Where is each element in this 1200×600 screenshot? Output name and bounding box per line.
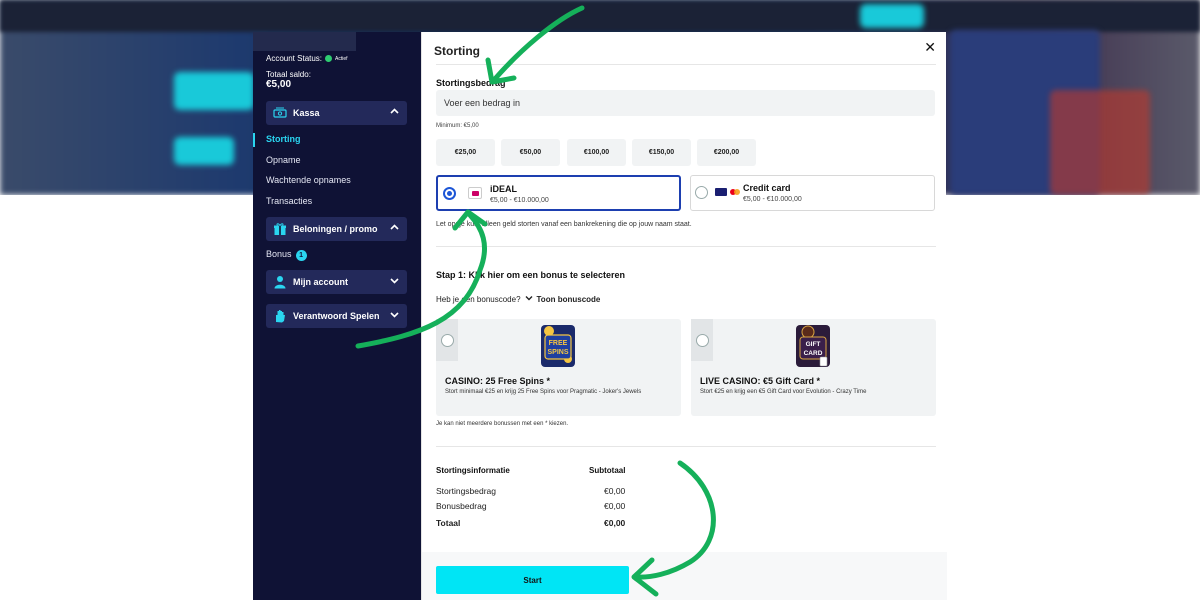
background-banner [174, 72, 254, 110]
info-row-value: €0,00 [604, 501, 626, 511]
chevron-up-icon [390, 223, 399, 234]
gift-card-image-text-1: GIFT [806, 341, 821, 348]
radio-selected[interactable] [443, 187, 456, 200]
bonus-title-text: LIVE CASINO: €5 Gift Card [700, 376, 815, 386]
amount-input[interactable] [436, 90, 935, 116]
gift-icon [272, 222, 288, 236]
payment-range: €5,00 - €10.000,00 [490, 197, 549, 204]
start-deposit-button[interactable]: Start [436, 566, 629, 594]
info-row-total-label: Totaal [436, 518, 461, 528]
background-button [174, 137, 234, 165]
bonus-title: LIVE CASINO: €5 Gift Card * [700, 376, 820, 386]
show-bonus-code-link[interactable]: Toon bonuscode [537, 295, 601, 304]
info-row-label: Bonusbedrag [436, 501, 487, 511]
sidebar-item-bonus[interactable]: Bonus 1 [266, 249, 307, 261]
balance-label: Totaal saldo: [266, 70, 311, 79]
sidebar-section-label: Verantwoord Spelen [293, 311, 380, 321]
preset-amount-100[interactable]: €100,00 [567, 139, 626, 166]
account-sidebar: Account Status: Actief Totaal saldo: €5,… [253, 32, 421, 600]
chevron-down-icon [390, 310, 399, 321]
divider [436, 64, 936, 65]
sidebar-item-storting[interactable]: Storting [266, 134, 301, 144]
sidebar-section-beloningen[interactable]: Beloningen / promo [266, 217, 407, 241]
ideal-logo-icon [468, 187, 482, 199]
divider [436, 446, 936, 447]
bonus-card-free-spins[interactable]: FREE SPINS CASINO: 25 Free Spins * Stort… [436, 319, 681, 416]
free-spins-image-text-2: SPINS [547, 349, 568, 356]
sidebar-item-transacties[interactable]: Transacties [266, 196, 312, 206]
bonus-card-gift-card[interactable]: GIFT CARD LIVE CASINO: €5 Gift Card * St… [691, 319, 936, 416]
preset-amount-150[interactable]: €150,00 [632, 139, 691, 166]
bonus-asterisk: * [546, 376, 551, 386]
sidebar-item-wachtende-opnames[interactable]: Wachtende opnames [266, 175, 351, 185]
preset-amount-50[interactable]: €50,00 [501, 139, 560, 166]
free-spins-icon: FREE SPINS [541, 325, 575, 367]
bonus-description: Stort €25 en krijg een €5 Gift Card voor… [700, 389, 867, 395]
bonus-title: CASINO: 25 Free Spins * [445, 376, 550, 386]
card-logos [715, 188, 740, 196]
preset-amount-200[interactable]: €200,00 [697, 139, 756, 166]
balance-value: €5,00 [266, 79, 292, 90]
chevron-up-icon [390, 107, 399, 118]
info-row-total-value: €0,00 [604, 518, 626, 528]
bank-account-note: Let op: je kunt alleen geld storten vana… [436, 221, 692, 228]
bonus-count-badge: 1 [295, 250, 307, 261]
active-item-indicator [253, 133, 255, 147]
background-login [860, 4, 924, 28]
payment-name: Credit card [743, 183, 791, 193]
bonus-description: Stort minimaal €25 en krijg 25 Free Spin… [445, 389, 642, 395]
bonus-title-text: CASINO: 25 Free Spins [445, 376, 545, 386]
status-dot-icon [325, 55, 333, 62]
info-row-label: Stortingsbedrag [436, 486, 497, 496]
info-header-label: Stortingsinformatie [436, 466, 510, 475]
payment-name: iDEAL [490, 184, 517, 194]
deposit-modal: Storting ✕ Stortingsbedrag Minimum: €5,0… [421, 32, 947, 600]
divider [436, 246, 936, 247]
bonus-radio[interactable] [696, 334, 709, 347]
payment-option-ideal[interactable]: iDEAL €5,00 - €10.000,00 [436, 175, 681, 211]
sidebar-header-strip [253, 32, 356, 51]
chevron-down-icon [525, 294, 533, 304]
sidebar-section-mijn-account[interactable]: Mijn account [266, 270, 407, 294]
step1-title: Stap 1: Klik hier om een bonus te select… [436, 270, 626, 280]
gift-card-icon: GIFT CARD [796, 325, 830, 367]
free-spins-image-text-1: FREE [549, 340, 568, 347]
minimum-amount: Minimum: €5,00 [436, 123, 479, 129]
sidebar-section-verantwoord-spelen[interactable]: Verantwoord Spelen [266, 304, 407, 328]
gift-card-image-text-2: CARD [804, 350, 823, 357]
sidebar-section-kassa[interactable]: Kassa [266, 101, 407, 125]
cash-register-icon [272, 106, 288, 120]
visa-icon [715, 188, 727, 196]
radio-unselected[interactable] [695, 186, 708, 199]
info-row-value: €0,00 [604, 486, 626, 496]
info-header-subtotal: Subtotaal [589, 466, 626, 475]
mastercard-icon [730, 188, 740, 196]
preset-amount-25[interactable]: €25,00 [436, 139, 495, 166]
bonus-asterisk: * [816, 376, 821, 386]
modal-title: Storting [434, 44, 480, 58]
account-status-value: Actief [335, 55, 348, 62]
account-status-label: Account Status: [266, 54, 323, 63]
background-image-right-2 [1050, 90, 1150, 195]
user-icon [272, 275, 288, 289]
bonus-code-question: Heb je een bonuscode? [436, 294, 521, 304]
account-status: Account Status: Actief [266, 54, 348, 63]
sidebar-item-opname[interactable]: Opname [266, 155, 301, 165]
bonus-radio[interactable] [441, 334, 454, 347]
sidebar-section-label: Beloningen / promo [293, 224, 378, 234]
hand-icon [272, 309, 288, 323]
sidebar-item-bonus-label: Bonus [266, 249, 292, 259]
sidebar-section-label: Kassa [293, 108, 320, 118]
payment-option-credit-card[interactable]: Credit card €5,00 - €10.000,00 [690, 175, 935, 211]
bonus-code-toggle[interactable]: Heb je een bonuscode? Toon bonuscode [436, 294, 600, 304]
payment-range: €5,00 - €10.000,00 [743, 196, 802, 203]
close-icon[interactable]: ✕ [924, 39, 936, 56]
chevron-down-icon [390, 276, 399, 287]
amount-label: Stortingsbedrag [436, 78, 506, 88]
background-topbar [0, 0, 1200, 32]
sidebar-section-label: Mijn account [293, 277, 349, 287]
bonus-note: Je kan niet meerdere bonussen met een * … [436, 421, 569, 427]
